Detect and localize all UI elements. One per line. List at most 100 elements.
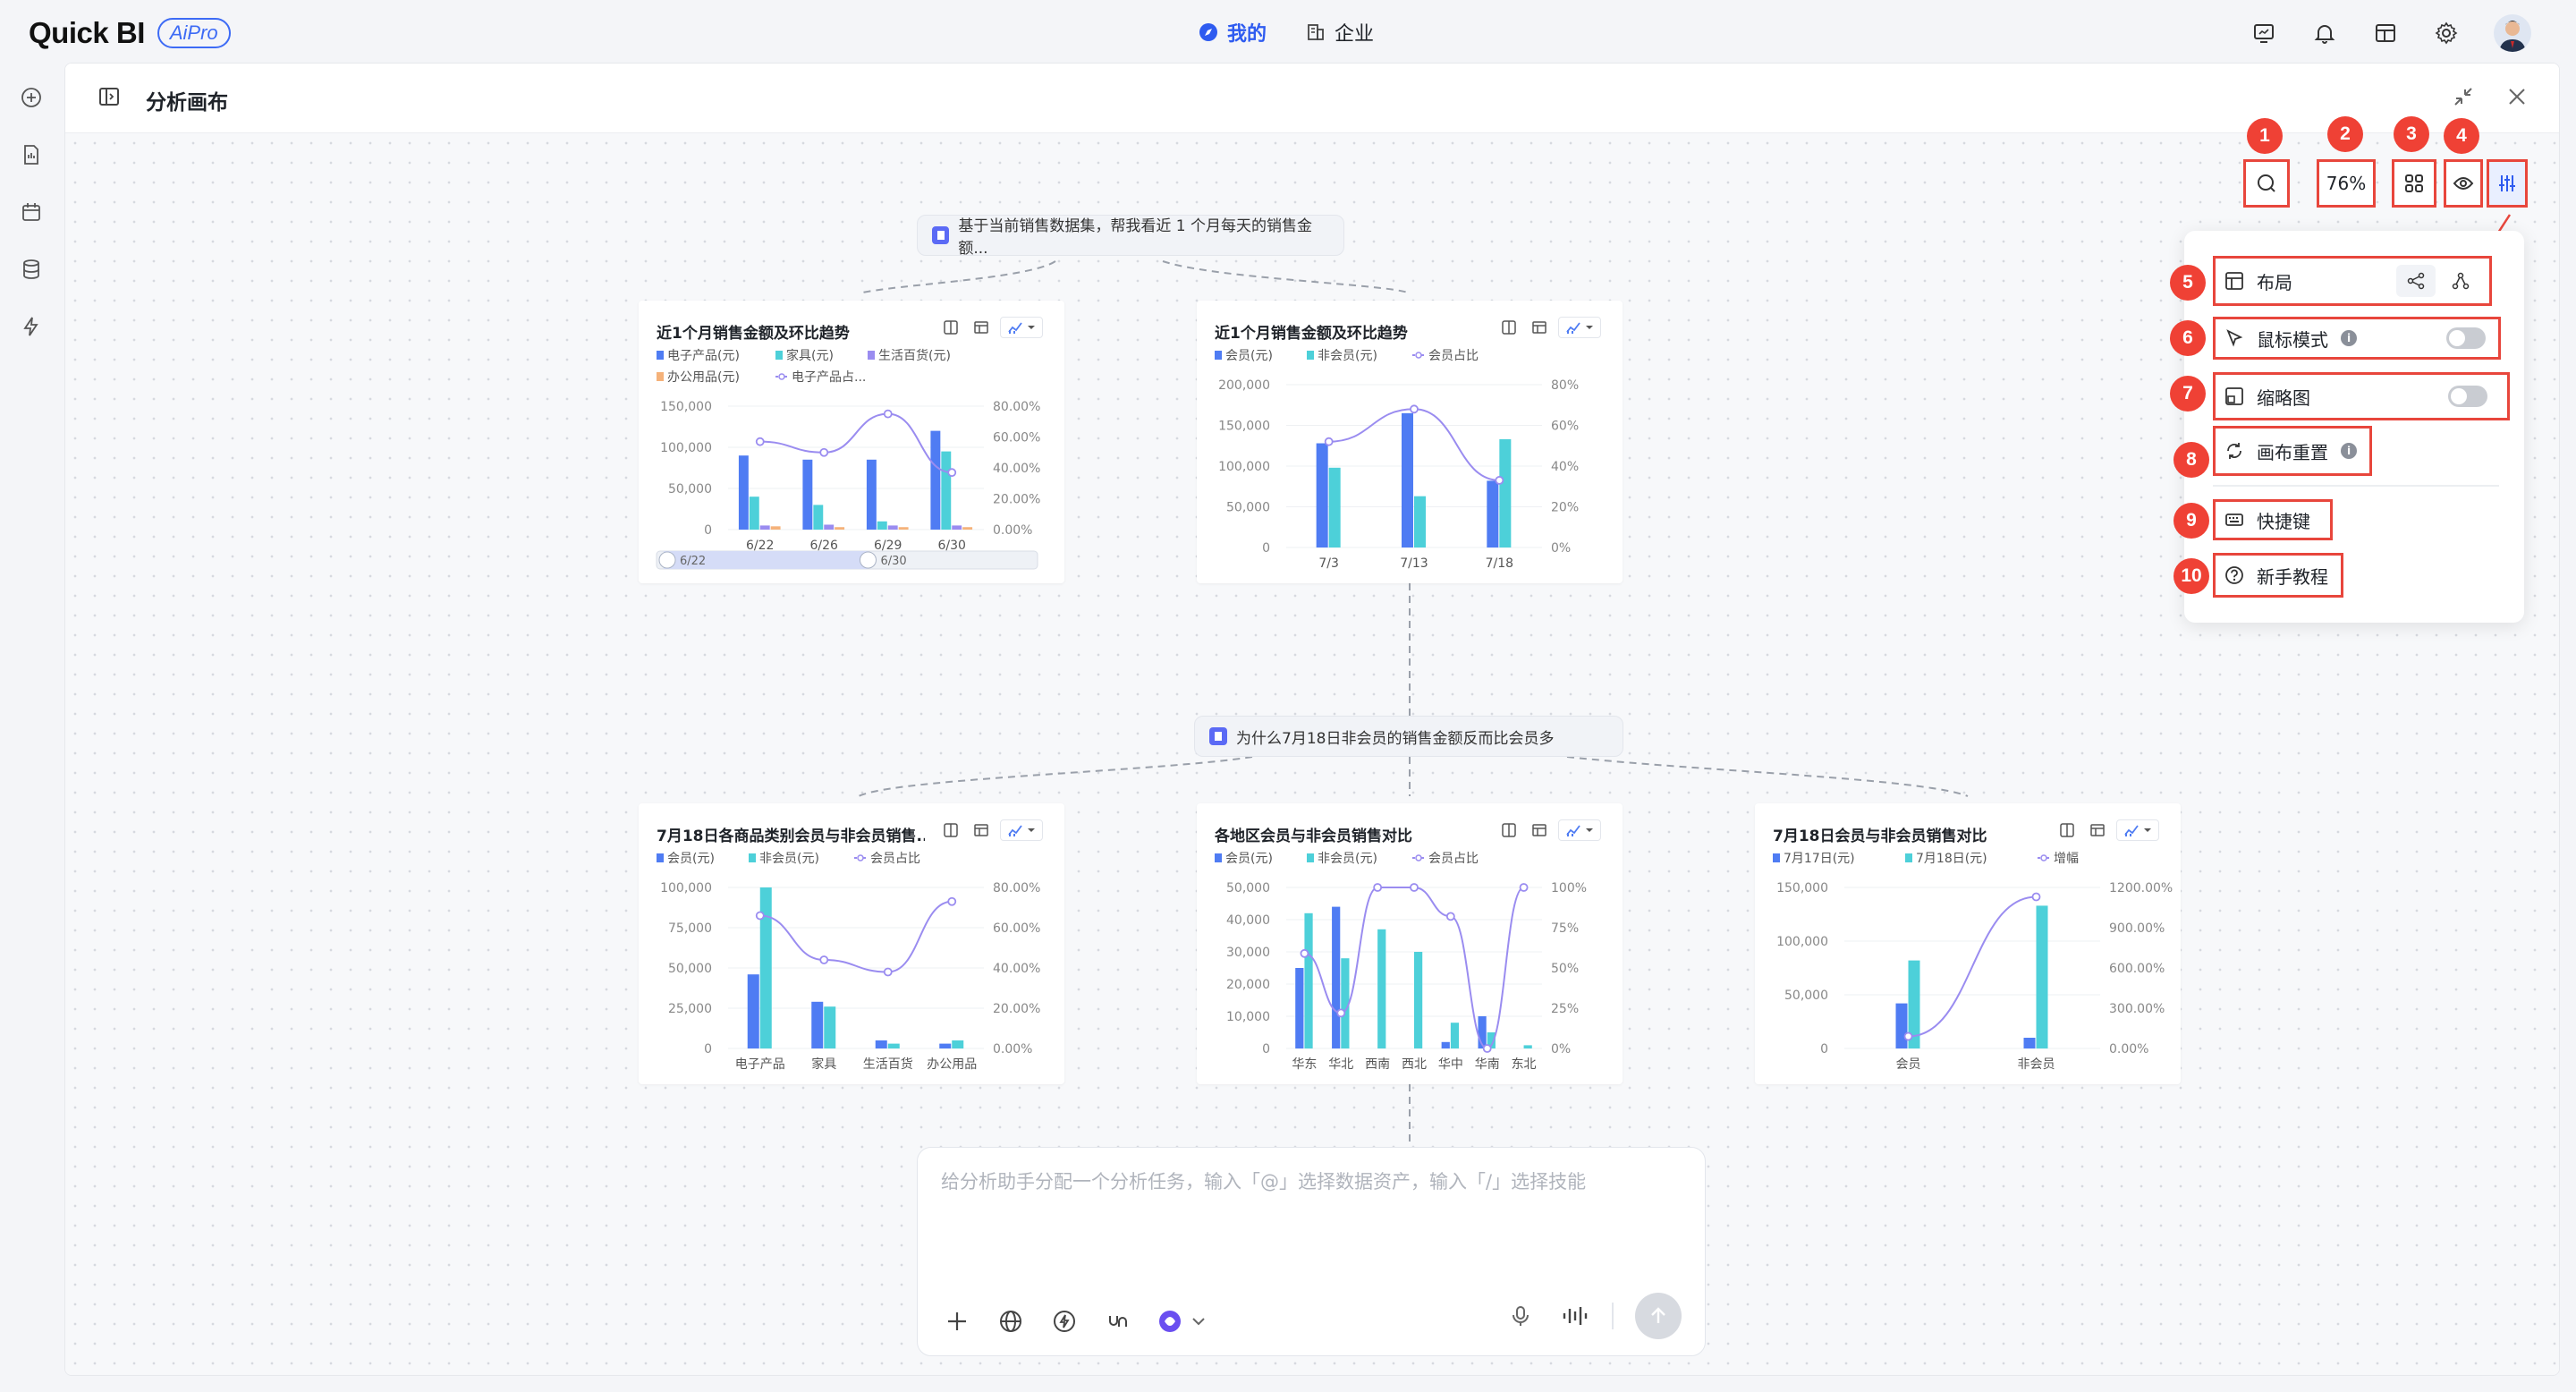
chart-card[interactable]: 7月18日各商品类别会员与非会员销售... 会员(元) 非会员(元) 会员占比 100… <box>639 803 1064 1084</box>
waveform-icon[interactable] <box>1558 1300 1590 1332</box>
lightning-icon[interactable] <box>18 313 45 340</box>
layout-vertical-button[interactable] <box>2441 265 2480 297</box>
line-point <box>819 955 829 964</box>
legend-swatch <box>749 853 756 862</box>
bar-2 <box>1450 1023 1460 1048</box>
bar-2 <box>749 497 759 530</box>
legend-swatch <box>1215 853 1222 862</box>
bar-2 <box>1328 467 1341 547</box>
translate-icon[interactable] <box>1102 1305 1134 1337</box>
y-tick-label: 200,000 <box>1218 378 1270 393</box>
minimap-toggle[interactable] <box>2448 386 2487 407</box>
y2-tick-label: 20% <box>1551 501 1579 515</box>
monitor-icon[interactable] <box>2250 20 2277 47</box>
menu-minimap[interactable]: 缩略图 <box>2213 372 2510 420</box>
nav-enterprise[interactable]: 企业 <box>1306 18 1374 47</box>
close-icon[interactable] <box>2505 85 2529 112</box>
menu-reset[interactable]: 画布重置 i <box>2213 426 2372 476</box>
sliders-icon <box>2499 175 2515 191</box>
search-button[interactable] <box>2243 159 2290 208</box>
range-handle-start <box>658 551 676 569</box>
menu-tutorial[interactable]: 新手教程 <box>2213 553 2343 598</box>
add-icon[interactable] <box>941 1305 973 1337</box>
y2-tick-label: 60% <box>1551 420 1579 434</box>
preview-button[interactable] <box>2444 159 2483 208</box>
microphone-icon[interactable] <box>1504 1300 1537 1332</box>
bar-1 <box>2023 1038 2036 1048</box>
top-right-tools <box>2250 14 2531 52</box>
info-icon[interactable]: i <box>2341 443 2357 459</box>
info-icon[interactable]: i <box>2341 330 2357 346</box>
menu-mouse-mode[interactable]: 鼠标模式 i <box>2213 317 2501 360</box>
app-logo[interactable]: Quick BI AiPro <box>29 16 231 50</box>
chart-card[interactable]: 各地区会员与非会员销售对比 会员(元) 非会员(元) 会员占比 50,000 40,00… <box>1197 803 1623 1084</box>
y2-tick-label: 75% <box>1551 921 1579 936</box>
database-icon[interactable] <box>18 256 45 283</box>
send-button[interactable] <box>1635 1293 1682 1339</box>
dashboard-icon[interactable] <box>2372 20 2399 47</box>
globe-icon[interactable] <box>995 1305 1027 1337</box>
nav-mine[interactable]: 我的 <box>1199 18 1267 47</box>
layout-horizontal-button[interactable] <box>2396 265 2436 297</box>
lightning-icon[interactable] <box>1048 1305 1080 1337</box>
bar-3 <box>759 525 770 530</box>
chat-tools <box>941 1305 1209 1337</box>
bar-4 <box>898 527 909 530</box>
trend-line <box>1908 895 2037 1038</box>
zoom-level[interactable]: 76% <box>2317 159 2376 208</box>
nav-enterprise-label: 企业 <box>1335 23 1375 46</box>
menu-layout[interactable]: 布局 <box>2213 256 2492 306</box>
x-tick-label: 华南 <box>1475 1057 1500 1072</box>
menu-shortcuts[interactable]: 快捷键 <box>2213 499 2333 540</box>
chart-card[interactable]: 近1个月销售金额及环比趋势 会员(元) 非会员(元) 会员占比 200,000 150,… <box>1197 301 1623 583</box>
legend-swatch <box>1215 351 1222 360</box>
query-node-2[interactable]: 为什么7月18日非会员的销售金额反而比会员多 <box>1194 716 1623 757</box>
legend-swatch <box>1307 351 1314 360</box>
trend-line <box>759 412 953 474</box>
sidebar-toggle-icon[interactable] <box>97 85 121 112</box>
bar-1 <box>939 1043 952 1048</box>
chat-input-box[interactable]: 给分析助手分配一个分析任务，输入「@」选择数据资产，输入「/」选择技能 <box>917 1147 1706 1356</box>
legend-line-dot <box>1415 854 1422 862</box>
grid-view-button[interactable] <box>2392 159 2436 208</box>
model-icon <box>1159 1311 1205 1332</box>
y2-tick-label: 0.00% <box>2109 1042 2148 1057</box>
bar-2 <box>813 505 824 530</box>
y2-tick-label: 40.00% <box>993 462 1040 476</box>
range-end-label: 6/30 <box>880 555 906 568</box>
bell-icon[interactable] <box>2311 20 2338 47</box>
y-tick-label: 150,000 <box>1218 420 1270 434</box>
collapse-icon[interactable] <box>2452 85 2475 112</box>
settings-button[interactable] <box>2487 159 2528 208</box>
y2-tick-label: 900.00% <box>2109 921 2165 936</box>
chart-card[interactable]: 近1个月销售金额及环比趋势 电子产品(元) 家具(元) 生活百货(元) 办公用品(元)… <box>639 301 1064 583</box>
line-point <box>1445 912 1455 921</box>
bar-4 <box>962 527 973 530</box>
model-selector[interactable] <box>1156 1305 1209 1337</box>
legend-label: 非会员(元) <box>759 852 819 866</box>
mouse-mode-toggle[interactable] <box>2446 327 2486 349</box>
query-node-1[interactable]: 基于当前销售数据集，帮我看近 1 个月每天的销售金额... <box>917 215 1344 258</box>
bar-4 <box>835 527 845 530</box>
new-chat-icon[interactable] <box>18 84 45 111</box>
y2-tick-label: 80.00% <box>993 881 1040 895</box>
legend-swatch <box>775 351 783 360</box>
calendar-icon[interactable] <box>18 199 45 225</box>
bar-1 <box>1895 1003 1908 1048</box>
legend-swatch <box>657 853 664 862</box>
legend-label: 会员占比 <box>1428 852 1479 866</box>
y-tick-label: 20,000 <box>1226 978 1270 992</box>
line-point <box>1519 883 1529 892</box>
report-icon[interactable] <box>18 141 45 168</box>
trend-line <box>759 900 953 973</box>
legend-label: 办公用品(元) <box>667 370 740 385</box>
chart-svg: 会员(元) 非会员(元) 会员占比 50,000 40,000 30,000 20,000 1… <box>1215 852 1587 1072</box>
legend-label: 生活百货(元) <box>878 348 951 363</box>
y2-tick-label: 1200.00% <box>2109 881 2173 895</box>
gear-icon[interactable] <box>2433 20 2460 47</box>
legend-label: 会员(元) <box>1225 349 1273 363</box>
bar-3 <box>824 524 835 530</box>
user-avatar[interactable] <box>2494 14 2531 52</box>
y-tick-label: 50,000 <box>1226 501 1270 515</box>
chart-card[interactable]: 7月18日会员与非会员销售对比 7月17日(元) 7月18日(元) 增幅 150,00… <box>1755 803 2181 1084</box>
